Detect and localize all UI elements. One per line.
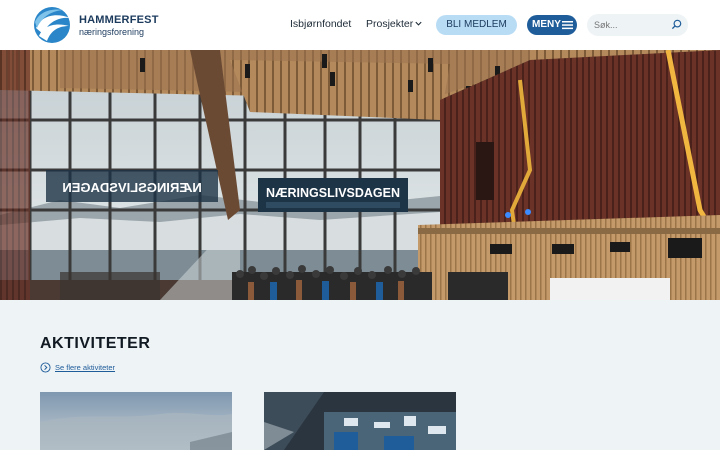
search-box [587, 14, 688, 36]
section-title-activities: AKTIVITETER [40, 335, 151, 352]
hero-photo-illustration: NÆRINGSLIVSDAGEN NÆRINGSLIVSDAGEN [0, 50, 720, 300]
activity-card[interactable] [40, 392, 232, 450]
chevron-down-icon[interactable] [414, 19, 423, 28]
event-banner-text: NÆRINGSLIVSDAGEN [266, 186, 400, 200]
hamburger-icon [562, 21, 573, 30]
logo-subtitle: næringsforening [79, 27, 145, 37]
logo[interactable]: HAMMERFEST næringsforening [33, 6, 158, 44]
activity-card-image [40, 392, 232, 450]
chevron-right-circle-icon [40, 362, 51, 373]
see-more-activities-text: Se flere aktiviteter [55, 363, 116, 372]
nav-prosjekter[interactable]: Prosjekter [366, 18, 413, 30]
become-member-button[interactable]: BLI MEDLEM [436, 15, 517, 35]
menu-button-label: MENY [532, 19, 561, 30]
search-input[interactable] [594, 17, 669, 33]
activity-card[interactable] [264, 392, 456, 450]
logo-name: HAMMERFEST [79, 14, 159, 26]
site-header: HAMMERFEST næringsforening Isbjørnfondet… [0, 0, 720, 50]
hero-image: NÆRINGSLIVSDAGEN NÆRINGSLIVSDAGEN [0, 50, 720, 300]
search-icon[interactable] [671, 19, 682, 30]
activity-card-image [264, 392, 456, 450]
menu-button[interactable]: MENY [527, 15, 577, 35]
logo-wave-icon [34, 7, 70, 43]
banner-reflection-text: NÆRINGSLIVSDAGEN [62, 180, 201, 195]
nav-isbjornfondet[interactable]: Isbjørnfondet [290, 18, 351, 30]
